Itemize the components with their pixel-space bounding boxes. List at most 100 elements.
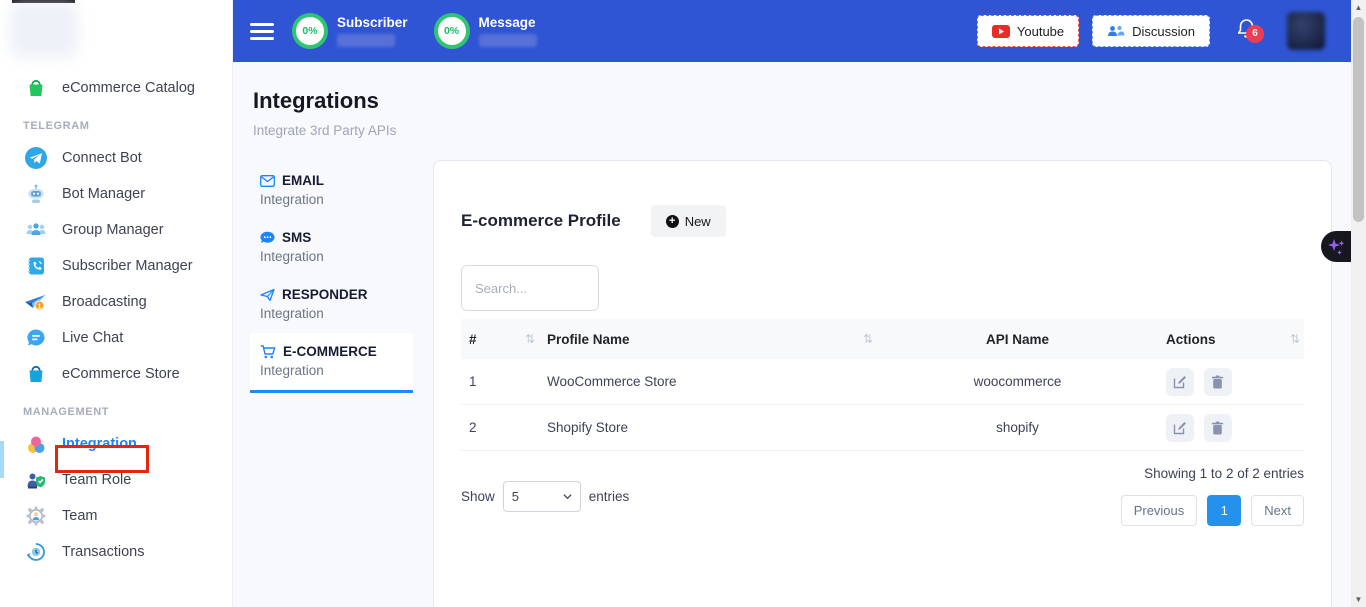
- notifications-button[interactable]: 6: [1236, 18, 1257, 45]
- subnav-title: RESPONDER: [282, 287, 368, 302]
- sort-icon[interactable]: ⇅: [525, 332, 535, 346]
- robot-icon: [23, 181, 49, 207]
- edit-icon: [1173, 375, 1187, 389]
- subscriber-usage-widget: 0% Subscriber: [292, 13, 408, 49]
- menu-toggle-icon[interactable]: [250, 23, 274, 40]
- sidebar-item-group-manager[interactable]: Group Manager: [0, 212, 232, 248]
- youtube-button[interactable]: Youtube: [977, 15, 1079, 47]
- app-logo-blurred: [10, 2, 78, 58]
- youtube-button-label: Youtube: [1017, 24, 1064, 39]
- sidebar-item-label: Connect Bot: [62, 150, 142, 166]
- people-group-icon: [23, 217, 49, 243]
- responder-send-icon: [260, 288, 275, 302]
- team-role-shield-icon: [23, 467, 49, 493]
- subnav-subtitle: Integration: [260, 363, 403, 378]
- entries-label: entries: [589, 489, 630, 504]
- sidebar-item-label: Integration: [62, 436, 137, 452]
- profile-name-cell: WooCommerce Store: [539, 374, 877, 389]
- contact-book-phone-icon: [23, 253, 49, 279]
- scroll-up-arrow[interactable]: ▲: [1351, 0, 1366, 15]
- youtube-icon: [992, 25, 1010, 38]
- main-content: Integrations Integrate 3rd Party APIs EM…: [233, 62, 1351, 607]
- subnav-item-responder[interactable]: RESPONDER Integration: [250, 276, 413, 333]
- subnav-item-sms[interactable]: SMS Integration: [250, 219, 413, 276]
- sidebar-item-bot-manager[interactable]: Bot Manager: [0, 176, 232, 212]
- ecommerce-profile-panel: E-commerce Profile + New # ⇅ Profile Nam…: [433, 160, 1332, 607]
- user-avatar[interactable]: [1287, 12, 1325, 50]
- notification-count-badge: 6: [1246, 25, 1264, 43]
- sort-icon[interactable]: ⇅: [863, 332, 873, 346]
- subnav-subtitle: Integration: [260, 306, 403, 321]
- row-number: 1: [461, 374, 539, 389]
- telegram-plane-icon: [23, 145, 49, 171]
- table-row: 2 Shopify Store shopify: [461, 405, 1304, 451]
- sidebar-item-ecommerce-store[interactable]: eCommerce Store: [0, 356, 232, 392]
- plus-circle-icon: +: [666, 215, 679, 228]
- edit-button[interactable]: [1166, 368, 1194, 396]
- sidebar-item-transactions[interactable]: Transactions: [0, 534, 232, 570]
- api-name-cell: woocommerce: [877, 374, 1158, 389]
- page-subtitle: Integrate 3rd Party APIs: [253, 123, 1351, 138]
- sidebar-item-label: Transactions: [62, 544, 144, 560]
- message-progress-ring: 0%: [434, 13, 470, 49]
- previous-page-button[interactable]: Previous: [1121, 495, 1198, 526]
- sidebar: eCommerce Catalog TELEGRAM Connect Bot: [0, 0, 233, 607]
- sparkles-icon: [1326, 237, 1346, 257]
- sidebar-item-label: Team: [62, 508, 97, 524]
- delete-button[interactable]: [1204, 368, 1232, 396]
- shopping-bag-green-icon: [23, 75, 49, 101]
- search-input[interactable]: [461, 265, 599, 311]
- sidebar-item-label: Live Chat: [62, 330, 123, 346]
- delete-button[interactable]: [1204, 414, 1232, 442]
- next-page-button[interactable]: Next: [1251, 495, 1304, 526]
- subnav-title: EMAIL: [282, 173, 324, 188]
- subnav-item-ecommerce[interactable]: E-COMMERCE Integration: [250, 333, 413, 393]
- chat-bubble-icon: [23, 325, 49, 351]
- ai-assistant-button[interactable]: [1321, 231, 1351, 262]
- trash-icon: [1211, 421, 1224, 435]
- discussion-button[interactable]: Discussion: [1092, 15, 1210, 47]
- subnav-subtitle: Integration: [260, 249, 403, 264]
- profiles-table: # ⇅ Profile Name ⇅ API Name Actions ⇅ 1 …: [461, 319, 1304, 451]
- subnav-subtitle: Integration: [260, 192, 403, 207]
- email-icon: [260, 175, 275, 187]
- sidebar-section-management: MANAGEMENT: [0, 392, 232, 426]
- table-header-row: # ⇅ Profile Name ⇅ API Name Actions ⇅: [461, 319, 1304, 359]
- sms-icon: [260, 231, 275, 244]
- sidebar-item-label: eCommerce Catalog: [62, 80, 195, 96]
- sidebar-item-team-role[interactable]: Team Role: [0, 462, 232, 498]
- column-header-actions: Actions ⇅: [1158, 332, 1304, 347]
- broadcast-plane-icon: 1: [23, 289, 49, 315]
- integration-subnav: EMAIL Integration SMS Integration: [250, 162, 413, 393]
- panel-title: E-commerce Profile: [461, 211, 621, 231]
- page-title: Integrations: [253, 88, 1351, 114]
- sidebar-item-broadcasting[interactable]: 1 Broadcasting: [0, 284, 232, 320]
- sidebar-item-ecommerce-catalog[interactable]: eCommerce Catalog: [0, 70, 232, 106]
- sidebar-section-telegram: TELEGRAM: [0, 106, 232, 140]
- table-row: 1 WooCommerce Store woocommerce: [461, 359, 1304, 405]
- scrollbar-thumb[interactable]: [1353, 17, 1364, 222]
- sidebar-item-connect-bot[interactable]: Connect Bot: [0, 140, 232, 176]
- sidebar-item-label: Bot Manager: [62, 186, 145, 202]
- shopping-bag-blue-icon: [23, 361, 49, 387]
- sidebar-item-team[interactable]: Team: [0, 498, 232, 534]
- pagination: Previous 1 Next: [1121, 495, 1304, 526]
- team-gear-icon: [23, 503, 49, 529]
- row-number: 2: [461, 420, 539, 435]
- sort-icon[interactable]: ⇅: [1290, 332, 1300, 346]
- subnav-item-email[interactable]: EMAIL Integration: [250, 162, 413, 219]
- page-size-select[interactable]: 5: [503, 481, 581, 512]
- vertical-scrollbar[interactable]: ▲ ▼: [1351, 0, 1366, 607]
- sidebar-item-label: Team Role: [62, 472, 131, 488]
- sidebar-item-live-chat[interactable]: Live Chat: [0, 320, 232, 356]
- sidebar-item-integration[interactable]: Integration: [0, 426, 232, 462]
- subnav-title: E-COMMERCE: [283, 344, 377, 359]
- page-1-button[interactable]: 1: [1207, 495, 1241, 526]
- column-header-num: # ⇅: [461, 332, 539, 347]
- new-profile-button[interactable]: + New: [651, 205, 726, 237]
- message-usage-widget: 0% Message: [434, 13, 537, 49]
- scroll-down-arrow[interactable]: ▼: [1351, 592, 1366, 607]
- subnav-title: SMS: [282, 230, 311, 245]
- sidebar-item-subscriber-manager[interactable]: Subscriber Manager: [0, 248, 232, 284]
- edit-button[interactable]: [1166, 414, 1194, 442]
